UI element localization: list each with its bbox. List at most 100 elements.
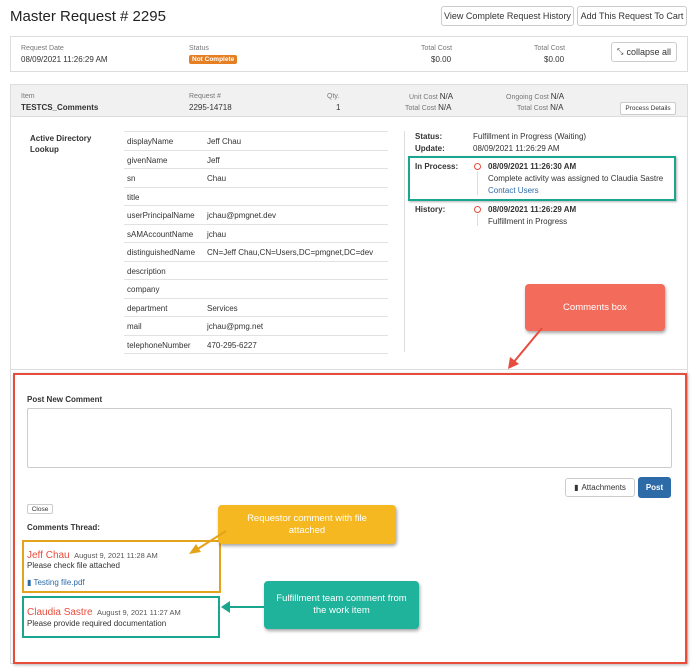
process-details-button[interactable]: Process Details [620,102,676,115]
comments-box-arrow [508,327,543,369]
ad-attribute-row: mail jchau@pmg.net [124,316,388,335]
status-value: Fulfillment in Progress (Waiting) [473,132,587,141]
view-history-button[interactable]: View Complete Request History [441,6,574,26]
attribute-key: department [127,303,168,313]
fulfillment-arrow [221,601,264,613]
ad-attribute-row: company [124,279,388,298]
qty-value: 1 [336,103,341,112]
item-label: Item [21,93,35,100]
post-button[interactable]: Post [638,477,671,498]
status-label: Status [189,45,209,52]
comment-text: Please check file attached [27,561,120,570]
attribute-key: description [127,266,166,276]
attribute-value: Services [207,303,238,313]
ad-attribute-row: userPrincipalName jchau@pmgnet.dev [124,205,388,224]
comment-date: August 9, 2021 11:27 AM [97,608,181,617]
collapse-all-label: collapse all [626,47,671,57]
ad-attribute-row: displayName Jeff Chau [124,131,388,150]
comments-box-callout: Comments box [525,284,665,331]
status-badge: Not Complete [189,55,238,64]
total-cost-label-1: Total Cost [421,45,453,52]
history-dot-icon [474,206,481,213]
close-button[interactable]: Close [27,504,53,514]
ad-attribute-row: sAMAccountName jchau [124,223,388,243]
attribute-key: distinguishedName [127,248,196,257]
total-cost-2: $0.00 [544,55,565,64]
ongoing-cost-label: Ongoing Cost [506,94,549,101]
attribute-value: jchau@pmg.net [207,322,264,331]
attribute-key: givenName [127,155,168,165]
attachment-link[interactable]: ▮ Testing file.pdf [27,578,85,587]
ongoing-total-value: N/A [550,103,564,112]
request-date-label: Request Date [21,45,64,52]
post-comment-label: Post New Comment [27,395,103,404]
attribute-key: displayName [127,137,174,146]
request-date: 08/09/2021 11:26:29 AM [21,55,108,64]
ad-attribute-row: title [124,186,388,206]
attachment-filename: Testing file.pdf [33,578,85,587]
comments-thread-label: Comments Thread: [27,523,100,532]
history-time: 08/09/2021 11:26:29 AM [488,205,577,214]
request-number: 2295-14718 [189,103,232,112]
attribute-value: Chau [207,174,227,183]
comment-author: Jeff Chau [27,550,70,561]
collapse-icon: ⤡ [617,47,624,56]
attribute-value: jchau@pmgnet.dev [207,211,277,220]
attribute-key: company [127,285,160,294]
ad-attribute-row: givenName Jeff [124,149,388,169]
total-cost-1: $0.00 [431,55,452,64]
comment-author: Claudia Sastre [27,607,93,618]
requestor-arrow [189,530,227,554]
ad-attribute-row: department Services [124,297,388,317]
attribute-key: sn [127,174,136,183]
attribute-key: telephoneNumber [127,340,191,350]
item-total-cost-value: N/A [438,103,452,112]
item-header [10,84,688,117]
attribute-value: Jeff Chau [207,137,242,146]
in-process-highlight [408,156,676,201]
fulfillment-callout: Fulfillment team comment from the work i… [264,581,419,629]
add-to-cart-button[interactable]: Add This Request To Cart [577,6,687,26]
ongoing-total-cost: Total Cost N/A [517,103,563,112]
ongoing-cost-value: N/A [550,92,565,101]
ad-table-bottom-border [124,353,388,354]
unit-cost: Unit Cost N/A [409,92,453,101]
item-name: TESTCS_Comments [21,103,99,112]
ad-attribute-row: sn Chau [124,168,388,187]
collapse-all-button[interactable]: ⤡ collapse all [611,42,677,62]
unit-cost-value: N/A [439,92,454,101]
attribute-value: jchau [207,229,227,239]
history-text: Fulfillment in Progress [488,217,568,226]
ad-attribute-row: distinguishedName CN=Jeff Chau,CN=Users,D… [124,242,388,261]
ongoing-cost: Ongoing Cost N/A [506,92,564,101]
update-label: Update: [415,144,445,153]
qty-label: Qty. [327,93,340,100]
file-icon: ▮ [574,483,579,492]
attribute-key: sAMAccountName [127,229,194,239]
attribute-key: mail [127,322,142,331]
attribute-value: 470-295-6227 [207,340,257,350]
history-line [477,214,478,226]
ad-attribute-row: telephoneNumber 470-295-6227 [124,334,388,354]
request-number-label: Request # [189,93,221,100]
summary-panel [10,36,688,72]
page-title: Master Request # 2295 [10,8,166,25]
status-label: Status: [415,132,443,141]
requestor-callout: Requestor comment with file attached [218,505,396,544]
comment-text: Please provide required documentation [27,619,167,628]
ad-attribute-row: description [124,260,388,280]
comment-item-2: Claudia Sastre August 9, 2021 11:27 AM [27,602,181,620]
attachments-button[interactable]: ▮ Attachments [565,478,635,497]
attribute-value: CN=Jeff Chau,CN=Users,DC=pmgnet,DC=dev [207,248,374,257]
pdf-file-icon: ▮ [27,578,32,587]
column-divider [404,131,405,352]
item-total-cost: Total Cost N/A [405,103,451,112]
ongoing-total-label: Total Cost [517,105,549,112]
comment-textarea[interactable] [27,408,672,468]
attachments-label: Attachments [581,483,626,492]
total-cost-label-2: Total Cost [534,45,566,52]
history-label: History: [415,205,446,214]
unit-cost-label: Unit Cost [409,94,438,101]
attribute-key: title [127,192,140,202]
update-value: 08/09/2021 11:26:29 AM [473,144,560,153]
